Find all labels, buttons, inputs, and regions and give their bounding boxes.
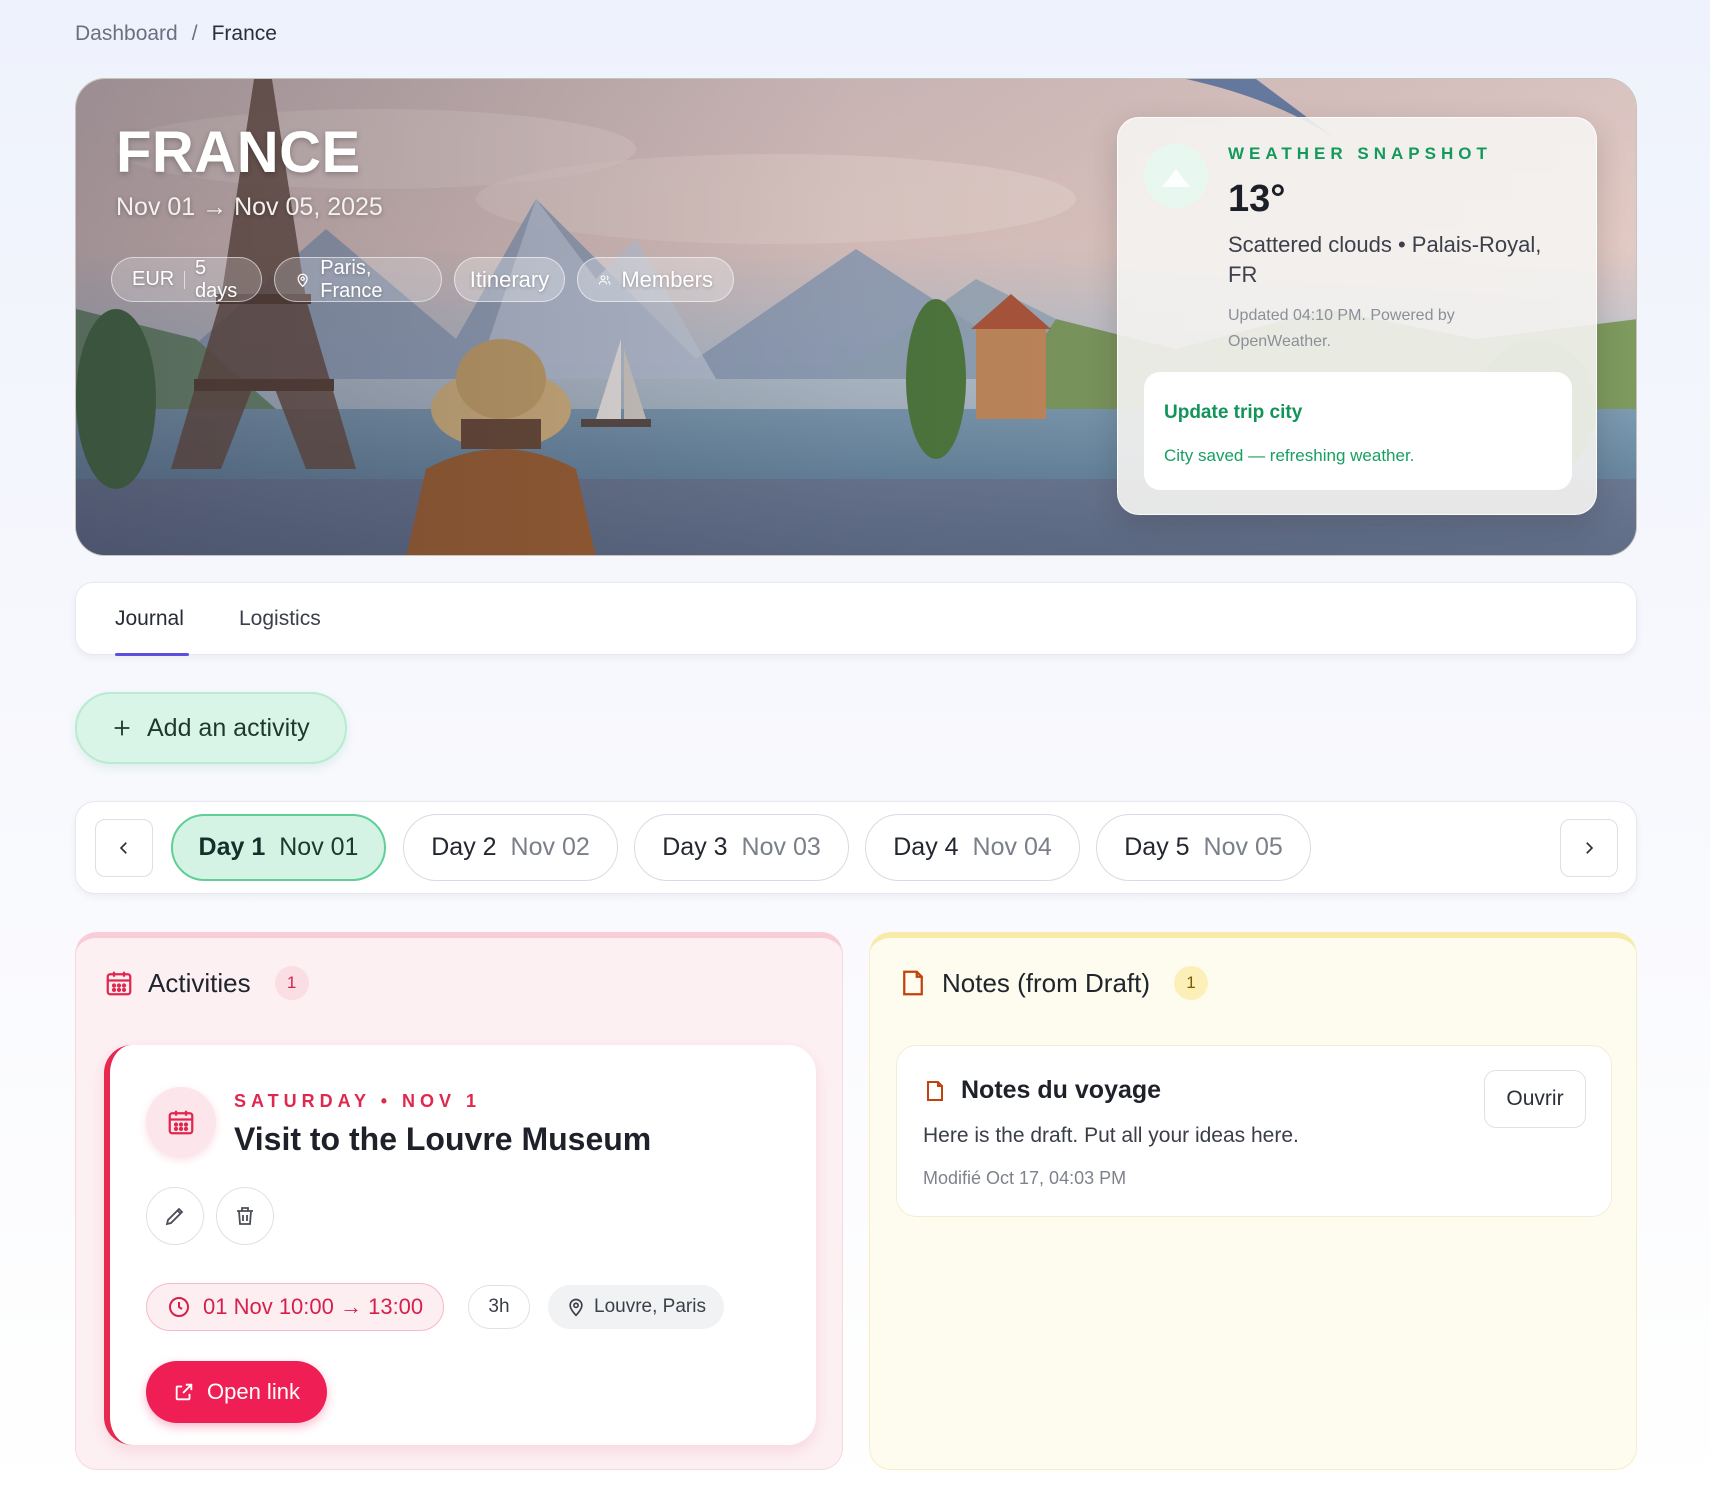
day-selector: Day 1 Nov 01 Day 2 Nov 02 Day 3 Nov 03 D… [75,801,1637,894]
activities-count-badge: 1 [274,966,309,1000]
tab-journal[interactable]: Journal [115,607,184,631]
activity-time-pill: 01 Nov 10:00 → 13:00 [146,1283,445,1331]
open-link-button[interactable]: Open link [146,1361,327,1423]
itinerary-label: Itinerary [469,266,550,292]
day-pill-1[interactable]: Day 1 Nov 01 [171,814,386,881]
activity-time: 01 Nov 10:00 → 13:00 [203,1294,424,1319]
plus-icon [114,720,130,736]
breadcrumb: Dashboard / France [75,22,277,46]
notes-panel: Notes (from Draft) 1 Notes du voyage Her… [869,932,1637,1470]
pencil-icon [165,1207,184,1226]
calendar-icon [146,1087,216,1157]
users-icon [598,274,611,284]
note-modified: Modifié Oct 17, 04:03 PM [923,1168,1127,1188]
open-note-button[interactable]: Ouvrir [1484,1070,1586,1128]
notes-header: Notes (from Draft) 1 [898,966,1209,1000]
delete-activity-button[interactable] [216,1187,274,1245]
notes-title: Notes (from Draft) [942,967,1151,998]
document-icon [903,970,923,996]
activity-title: Visit to the Louvre Museum [234,1121,652,1157]
activities-header: Activities 1 [104,966,309,1000]
activity-location-pill: Louvre, Paris [548,1285,724,1329]
add-activity-button[interactable]: Add an activity [75,692,347,764]
day-pill-2[interactable]: Day 2 Nov 02 [403,814,618,881]
trip-dates: Nov 01 → Nov 05, 2025 [116,193,383,221]
itinerary-button[interactable]: Itinerary [454,257,565,302]
currency-label: EUR [132,268,175,290]
breadcrumb-dashboard-link[interactable]: Dashboard [75,22,178,46]
external-link-icon [175,1383,193,1401]
next-day-button[interactable] [1560,819,1618,877]
chevron-right-icon [1586,842,1594,854]
open-link-label: Open link [207,1379,300,1404]
prev-day-button[interactable] [95,819,153,877]
activity-duration: 3h [468,1285,530,1329]
tab-logistics[interactable]: Logistics [239,607,321,631]
activities-panel: Activities 1 SATURDAY • NOV 1 Visit to t… [75,932,843,1470]
day-number: Day 1 [198,833,266,861]
city-status-message: City saved — refreshing weather. [1164,446,1415,465]
currency-duration-pill: EUR 5 days [111,257,262,302]
chevron-left-icon [119,842,127,854]
breadcrumb-separator: / [191,22,198,45]
note-card: Notes du voyage Here is the draft. Put a… [896,1045,1612,1217]
activity-date-label: SATURDAY • NOV 1 [234,1091,482,1111]
weather-snapshot-card: WEATHER SNAPSHOT 13° Scattered clouds • … [1117,117,1597,515]
day-number: Day 3 [662,833,728,861]
active-tab-indicator [115,653,189,656]
update-trip-city-button[interactable]: Update trip city [1164,402,1302,424]
day-pill-4[interactable]: Day 4 Nov 04 [865,814,1080,881]
update-city-box: Update trip city City saved — refreshing… [1144,372,1572,490]
day-number: Day 5 [1124,833,1190,861]
location-pin-icon [569,1298,583,1317]
day-number: Day 2 [431,833,497,861]
trip-hero-banner: FRANCE Nov 01 → Nov 05, 2025 EUR 5 days … [75,78,1637,556]
members-label: Members [621,266,713,292]
add-activity-label: Add an activity [147,713,310,742]
note-title: Notes du voyage [961,1076,1162,1104]
day-date: Nov 01 [279,833,359,861]
breadcrumb-current: France [211,22,277,45]
note-header: Notes du voyage [923,1076,1161,1105]
activity-card: SATURDAY • NOV 1 Visit to the Louvre Mus… [104,1045,816,1445]
location-pin-icon [297,273,308,287]
day-date: Nov 05 [1203,833,1283,861]
notes-count-badge: 1 [1174,966,1209,1000]
day-date: Nov 02 [510,833,590,861]
day-date: Nov 03 [741,833,821,861]
activities-title: Activities [148,967,251,998]
day-pill-5[interactable]: Day 5 Nov 05 [1096,814,1311,881]
note-body: Here is the draft. Put all your ideas he… [923,1124,1299,1147]
weather-description: Scattered clouds • Palais-Royal, FR [1228,232,1542,287]
clock-icon [169,1297,189,1317]
activity-location: Louvre, Paris [594,1296,706,1317]
location-label: Paris, France [320,256,383,302]
pill-divider [184,270,186,289]
edit-activity-button[interactable] [146,1187,204,1245]
members-button[interactable]: Members [577,257,734,302]
day-date: Nov 04 [972,833,1052,861]
trash-icon [237,1207,253,1225]
weather-updated-text: Updated 04:10 PM. Powered by OpenWeather… [1228,307,1455,350]
cloud-icon [1144,144,1208,208]
day-pill-3[interactable]: Day 3 Nov 03 [634,814,849,881]
location-pill: Paris, France [274,257,442,302]
content-tabs: Journal Logistics [75,582,1637,656]
day-number: Day 4 [893,833,959,861]
trip-title: FRANCE [116,120,361,185]
document-icon [927,1080,943,1101]
weather-label: WEATHER SNAPSHOT [1228,144,1492,163]
calendar-icon [106,971,132,996]
weather-temperature: 13° [1228,178,1286,220]
duration-label: 5 days [195,256,238,302]
